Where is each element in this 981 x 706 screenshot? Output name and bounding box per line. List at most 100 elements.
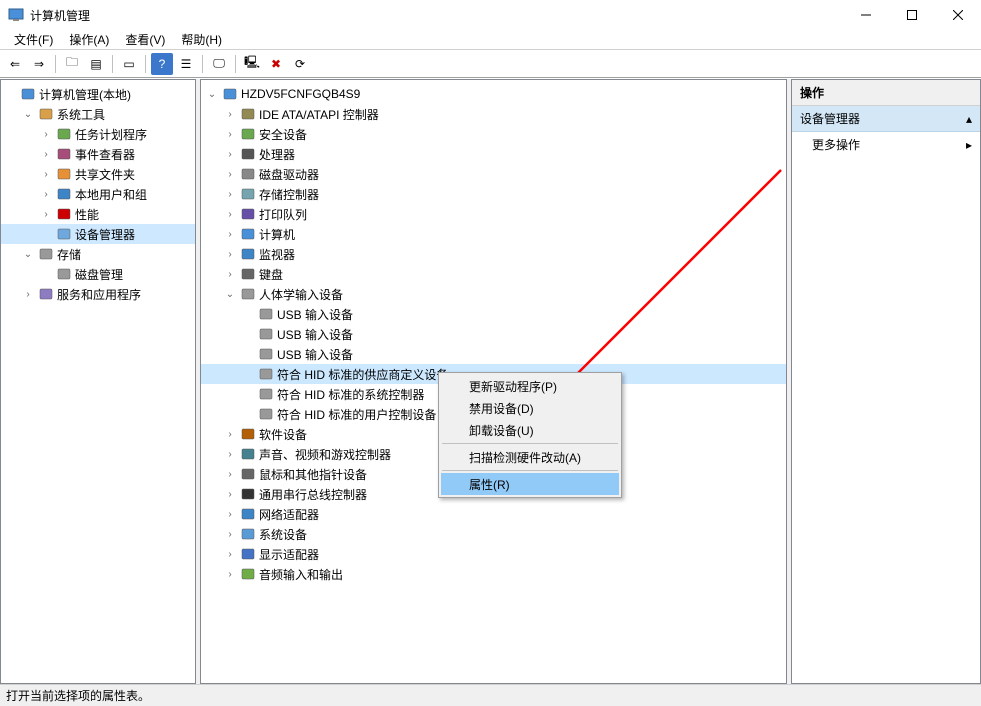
tree-item[interactable]: ⌄ HZDV5FCNFGQB4S9 [201, 84, 786, 104]
expander-closed-icon[interactable]: › [223, 107, 237, 121]
close-button[interactable] [935, 0, 981, 30]
disk-icon [56, 266, 72, 282]
menu-item[interactable]: 查看(V) [117, 31, 173, 48]
expander-closed-icon[interactable]: › [39, 207, 53, 221]
context-menu-item[interactable]: 卸载设备(U) [441, 419, 619, 441]
tree-item[interactable]: ›音频输入和输出 [201, 564, 786, 584]
tree-item[interactable]: ›共享文件夹 [1, 164, 195, 184]
show-hide-icon[interactable]: 🗀 [61, 53, 83, 75]
menu-item[interactable]: 帮助(H) [173, 31, 230, 48]
clock-icon [56, 126, 72, 142]
expander-closed-icon[interactable]: › [223, 147, 237, 161]
console-tree-icon[interactable]: ▤ [85, 53, 107, 75]
statusbar-text: 打开当前选择项的属性表。 [6, 687, 150, 704]
tree-item[interactable]: USB 输入设备 [201, 344, 786, 364]
tree-item[interactable]: › 网络适配器 [201, 504, 786, 524]
action-more[interactable]: 更多操作 ▸ [792, 132, 980, 157]
tree-item-label: 符合 HID 标准的用户控制设备 [277, 406, 442, 423]
menu-item[interactable]: 文件(F) [6, 31, 61, 48]
context-menu-item[interactable]: 更新驱动程序(P) [441, 375, 619, 397]
context-menu-item[interactable]: 禁用设备(D) [441, 397, 619, 419]
expander-closed-icon[interactable]: › [21, 287, 35, 301]
tree-item[interactable]: ›事件查看器 [1, 144, 195, 164]
tree-item[interactable]: 设备管理器 [1, 224, 195, 244]
menu-item[interactable]: 操作(A) [61, 31, 117, 48]
tree-item[interactable]: ›存储控制器 [201, 184, 786, 204]
tree-item[interactable]: ⌄人体学输入设备 [201, 284, 786, 304]
expander-closed-icon[interactable]: › [39, 167, 53, 181]
expander-closed-icon[interactable]: › [223, 447, 237, 461]
tree-item-label: HZDV5FCNFGQB4S9 [241, 87, 366, 101]
tree-item[interactable]: ›监视器 [201, 244, 786, 264]
keyboard-icon [240, 266, 256, 282]
tree-item[interactable]: ›计算机 [201, 224, 786, 244]
context-menu-item[interactable]: 属性(R) [441, 473, 619, 495]
refresh-icon[interactable]: ⟳ [289, 53, 311, 75]
tree-item-label: 网络适配器 [259, 506, 325, 523]
expander-none [241, 407, 255, 421]
action-pane-section[interactable]: 设备管理器 ▴ [792, 106, 980, 132]
tree-item-label: 软件设备 [259, 426, 313, 443]
expander-closed-icon[interactable]: › [223, 227, 237, 241]
context-menu-separator [442, 443, 618, 444]
context-menu-item[interactable]: 扫描检测硬件改动(A) [441, 446, 619, 468]
hid-device-icon [258, 346, 274, 362]
view-icon[interactable]: ☰ [175, 53, 197, 75]
forward-icon[interactable]: ⇒ [28, 53, 50, 75]
maximize-button[interactable] [889, 0, 935, 30]
expander-closed-icon[interactable]: › [223, 207, 237, 221]
minimize-button[interactable] [843, 0, 889, 30]
toolbar-separator [112, 55, 113, 73]
expander-open-icon[interactable]: ⌄ [205, 87, 219, 101]
expander-open-icon[interactable]: ⌄ [21, 247, 35, 261]
expander-closed-icon[interactable]: › [39, 127, 53, 141]
expander-closed-icon[interactable]: › [223, 567, 237, 581]
expander-closed-icon[interactable]: › [39, 147, 53, 161]
computers-icon[interactable]: 🖳 [241, 53, 263, 75]
expander-closed-icon[interactable]: › [223, 527, 237, 541]
expander-closed-icon[interactable]: › [223, 167, 237, 181]
tree-item[interactable]: ›磁盘驱动器 [201, 164, 786, 184]
action-pane: 操作 设备管理器 ▴ 更多操作 ▸ [791, 79, 981, 684]
tree-item[interactable]: ⌄存储 [1, 244, 195, 264]
tree-item-label: 通用串行总线控制器 [259, 486, 373, 503]
tree-item[interactable]: ⌄系统工具 [1, 104, 195, 124]
delete-icon[interactable]: ✖ [265, 53, 287, 75]
back-icon[interactable]: ⇐ [4, 53, 26, 75]
menubar: 文件(F)操作(A)查看(V)帮助(H) [0, 30, 981, 50]
tree-item[interactable]: ›打印队列 [201, 204, 786, 224]
event-icon [56, 146, 72, 162]
tree-item-label: 任务计划程序 [75, 126, 153, 143]
help-icon[interactable]: ? [151, 53, 173, 75]
tree-item[interactable]: ›处理器 [201, 144, 786, 164]
expander-open-icon[interactable]: ⌄ [223, 287, 237, 301]
action-section-label: 设备管理器 [800, 110, 860, 127]
tree-item[interactable]: 磁盘管理 [1, 264, 195, 284]
monitor-icon[interactable]: 🖵 [208, 53, 230, 75]
tree-item[interactable]: ›显示适配器 [201, 544, 786, 564]
expander-closed-icon[interactable]: › [223, 467, 237, 481]
tree-item[interactable]: ›系统设备 [201, 524, 786, 544]
tree-item[interactable]: › 任务计划程序 [1, 124, 195, 144]
tree-item[interactable]: USB 输入设备 [201, 304, 786, 324]
expander-closed-icon[interactable]: › [223, 427, 237, 441]
tree-item[interactable]: ›键盘 [201, 264, 786, 284]
expander-closed-icon[interactable]: › [223, 267, 237, 281]
tree-item[interactable]: ›本地用户和组 [1, 184, 195, 204]
hid-device-icon [258, 406, 274, 422]
tree-item[interactable]: ›性能 [1, 204, 195, 224]
properties-icon[interactable]: ▭ [118, 53, 140, 75]
expander-closed-icon[interactable]: › [223, 127, 237, 141]
expander-closed-icon[interactable]: › [223, 247, 237, 261]
tree-item[interactable]: 计算机管理(本地) [1, 84, 195, 104]
expander-closed-icon[interactable]: › [223, 547, 237, 561]
tree-item[interactable]: ›IDE ATA/ATAPI 控制器 [201, 104, 786, 124]
tree-item[interactable]: ›服务和应用程序 [1, 284, 195, 304]
expander-closed-icon[interactable]: › [223, 507, 237, 521]
tree-item[interactable]: ›安全设备 [201, 124, 786, 144]
expander-closed-icon[interactable]: › [223, 487, 237, 501]
tree-item[interactable]: USB 输入设备 [201, 324, 786, 344]
expander-open-icon[interactable]: ⌄ [21, 107, 35, 121]
expander-closed-icon[interactable]: › [39, 187, 53, 201]
expander-closed-icon[interactable]: › [223, 187, 237, 201]
